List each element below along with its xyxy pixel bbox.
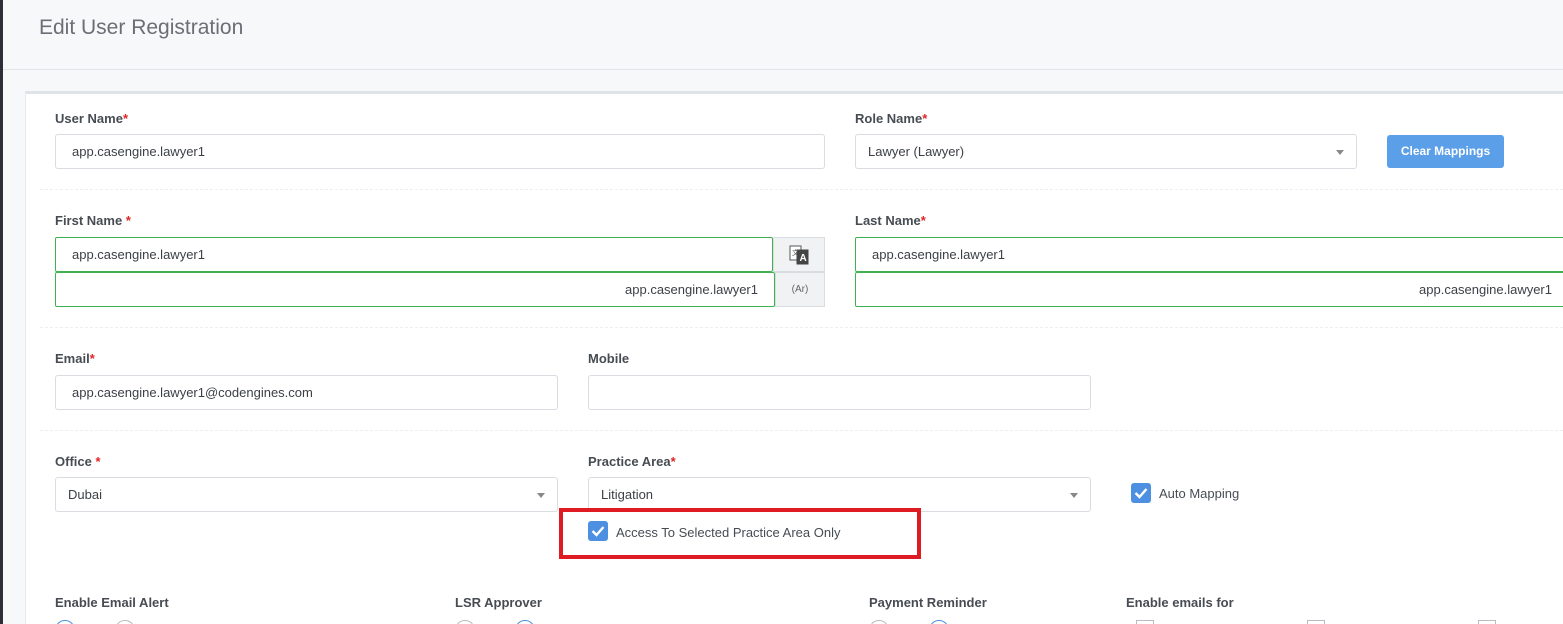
first-name-ar-input[interactable]: app.casengine.lawyer1 — [55, 272, 775, 307]
check-icon — [1134, 488, 1148, 499]
enable-emails-for-label: Enable emails for — [1126, 595, 1234, 610]
arabic-tag: (Ar) — [775, 272, 825, 307]
office-value: Dubai — [68, 487, 102, 502]
auto-mapping-checkbox[interactable] — [1131, 483, 1151, 503]
role-name-value: Lawyer (Lawyer) — [868, 144, 965, 159]
practice-area-label: Practice Area* — [588, 454, 676, 469]
enable-email-alert-label: Enable Email Alert — [55, 595, 169, 610]
page-header: Edit User Registration — [3, 0, 1563, 70]
chevron-down-icon — [1336, 150, 1344, 155]
user-name-input[interactable]: app.casengine.lawyer1 — [55, 134, 825, 169]
payment-reminder-label: Payment Reminder — [869, 595, 987, 610]
clear-mappings-button[interactable]: Clear Mappings — [1387, 135, 1504, 168]
office-select[interactable]: Dubai — [55, 477, 558, 512]
mobile-label: Mobile — [588, 351, 630, 366]
enable-emails-for-checkbox[interactable] — [1307, 620, 1325, 624]
svg-text:文: 文 — [792, 248, 799, 257]
last-name-input[interactable]: app.casengine.lawyer1 — [855, 237, 1563, 272]
auto-mapping-label: Auto Mapping — [1159, 486, 1240, 501]
svg-text:A: A — [800, 253, 807, 264]
divider — [40, 327, 1563, 328]
office-label: Office * — [55, 454, 101, 469]
email-label: Email* — [55, 351, 95, 366]
mobile-input[interactable] — [588, 375, 1091, 410]
highlight-box — [559, 508, 921, 559]
email-input[interactable]: app.casengine.lawyer1@codengines.com — [55, 375, 558, 410]
first-name-label: First Name * — [55, 213, 131, 228]
role-name-select[interactable]: Lawyer (Lawyer) — [855, 134, 1357, 169]
enable-emails-for-checkbox[interactable] — [1478, 620, 1496, 624]
divider — [40, 189, 1563, 190]
role-name-label: Role Name* — [855, 111, 928, 126]
enable-emails-for-checkbox[interactable] — [1136, 620, 1154, 624]
practice-area-select[interactable]: Litigation — [588, 477, 1091, 512]
first-name-input[interactable]: app.casengine.lawyer1 — [55, 237, 773, 272]
translate-icon: A 文 — [789, 245, 809, 265]
translate-button[interactable]: A 文 — [773, 237, 825, 272]
last-name-label: Last Name* — [855, 213, 926, 228]
left-sidebar-edge — [0, 0, 3, 624]
divider — [40, 430, 1563, 431]
last-name-ar-input[interactable]: app.casengine.lawyer1 — [855, 272, 1563, 307]
practice-area-value: Litigation — [601, 487, 654, 502]
user-name-label: User Name* — [55, 111, 128, 126]
chevron-down-icon — [537, 493, 545, 498]
chevron-down-icon — [1070, 493, 1078, 498]
page-title: Edit User Registration — [39, 16, 244, 39]
lsr-approver-label: LSR Approver — [455, 595, 542, 610]
